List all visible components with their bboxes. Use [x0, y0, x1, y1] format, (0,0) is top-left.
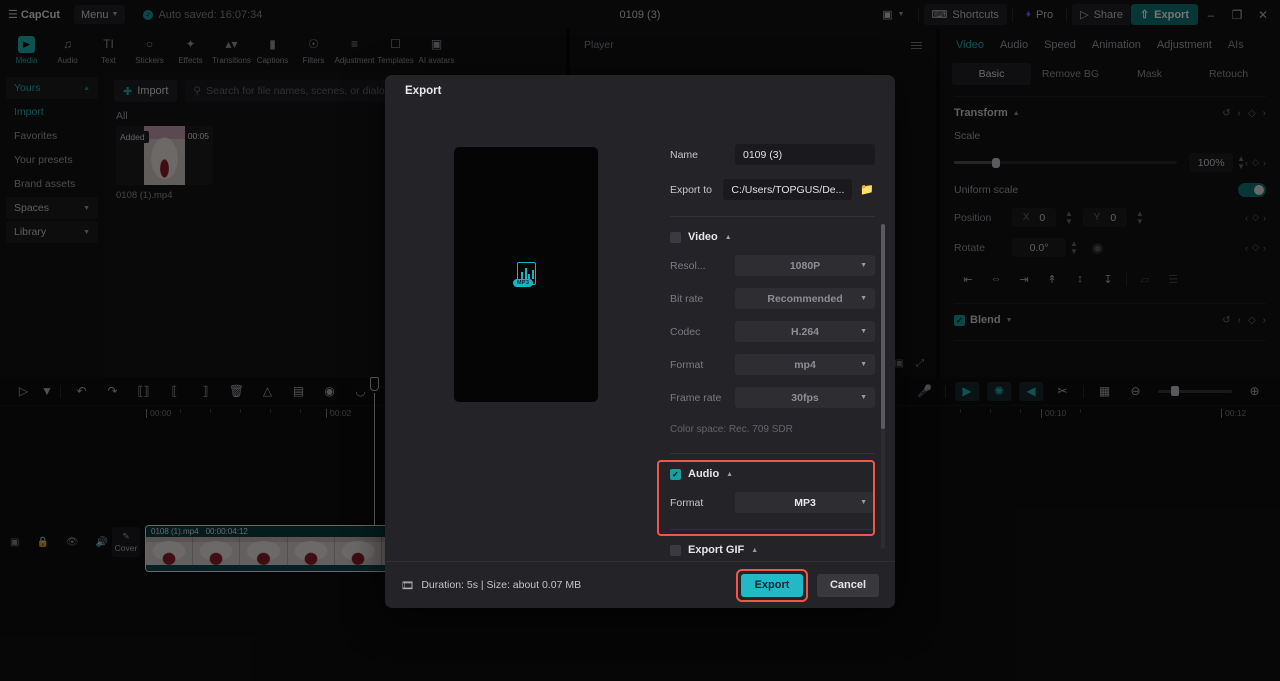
bitrate-select[interactable]: Recommended ▼ — [735, 288, 875, 309]
audio-section-highlight — [657, 460, 875, 536]
chevron-down-icon: ▼ — [860, 361, 867, 368]
chevron-down-icon: ▼ — [860, 295, 867, 302]
bitrate-label: Bit rate — [670, 292, 704, 305]
framerate-value: 30fps — [791, 391, 819, 404]
chevron-down-icon: ▼ — [860, 262, 867, 269]
folder-icon[interactable]: 📁 — [859, 180, 875, 199]
film-icon: 🎞 — [401, 579, 415, 592]
export-button[interactable]: Export — [741, 573, 803, 597]
gif-label: Export GIF — [688, 544, 745, 556]
dialog-body: MP3 Name 0109 (3) Export to C:/Users/TOP… — [385, 106, 895, 561]
dialog-footer: 🎞 Duration: 5s | Size: about 0.07 MB Exp… — [385, 561, 895, 608]
chevron-up-icon: ▲ — [751, 546, 759, 554]
name-label: Name — [670, 148, 699, 161]
dialog-actions: Export Cancel — [736, 568, 879, 602]
dialog-scrollbar[interactable] — [881, 224, 885, 549]
export-to-label: Export to — [670, 183, 713, 196]
export-to-row: Export to C:/Users/TOPGUS/De... 📁 — [670, 179, 875, 200]
export-info-text: Duration: 5s | Size: about 0.07 MB — [421, 579, 582, 591]
framerate-row: Frame rate 30fps ▼ — [670, 387, 875, 408]
export-preview: MP3 — [454, 147, 598, 402]
resolution-label: Resol... — [670, 259, 706, 272]
chevron-down-icon: ▼ — [860, 394, 867, 401]
bitrate-row: Bit rate Recommended ▼ — [670, 288, 875, 309]
video-checkbox[interactable] — [670, 231, 681, 243]
gif-checkbox[interactable] — [670, 544, 681, 556]
export-button-highlight: Export — [736, 568, 808, 602]
resolution-select[interactable]: 1080P ▼ — [735, 255, 875, 276]
codec-value: H.264 — [790, 325, 820, 338]
export-to-input[interactable]: C:/Users/TOPGUS/De... — [723, 179, 853, 200]
framerate-select[interactable]: 30fps ▼ — [735, 387, 875, 408]
divider — [670, 453, 875, 454]
gif-section-header[interactable]: Export GIF ▲ — [670, 544, 875, 556]
format-row: Format mp4 ▼ — [670, 354, 875, 375]
export-dialog: Export MP3 Name 0109 (3) Export to C:/Us… — [385, 75, 895, 608]
name-input[interactable]: 0109 (3) — [735, 144, 875, 165]
resolution-value: 1080P — [789, 259, 821, 272]
chevron-down-icon: ▼ — [860, 328, 867, 335]
mp3-file-icon: MP3 — [513, 261, 537, 288]
codec-row: Codec H.264 ▼ — [670, 321, 875, 342]
format-value: mp4 — [794, 358, 816, 371]
name-row: Name 0109 (3) — [670, 144, 875, 165]
dialog-title: Export — [405, 84, 442, 97]
export-info: 🎞 Duration: 5s | Size: about 0.07 MB — [401, 579, 581, 592]
resolution-row: Resol... 1080P ▼ — [670, 255, 875, 276]
framerate-label: Frame rate — [670, 391, 722, 404]
dialog-scrollbar-thumb[interactable] — [881, 224, 885, 429]
cancel-button[interactable]: Cancel — [817, 573, 879, 597]
format-label: Format — [670, 358, 704, 371]
divider — [670, 216, 875, 217]
codec-select[interactable]: H.264 ▼ — [735, 321, 875, 342]
color-space-text: Color space: Rec. 709 SDR — [670, 424, 793, 435]
chevron-up-icon: ▲ — [724, 233, 732, 241]
codec-label: Codec — [670, 325, 701, 338]
video-section-header[interactable]: Video ▲ — [670, 231, 875, 243]
format-select[interactable]: mp4 ▼ — [735, 354, 875, 375]
video-label: Video — [688, 231, 718, 243]
bitrate-value: Recommended — [767, 292, 843, 305]
